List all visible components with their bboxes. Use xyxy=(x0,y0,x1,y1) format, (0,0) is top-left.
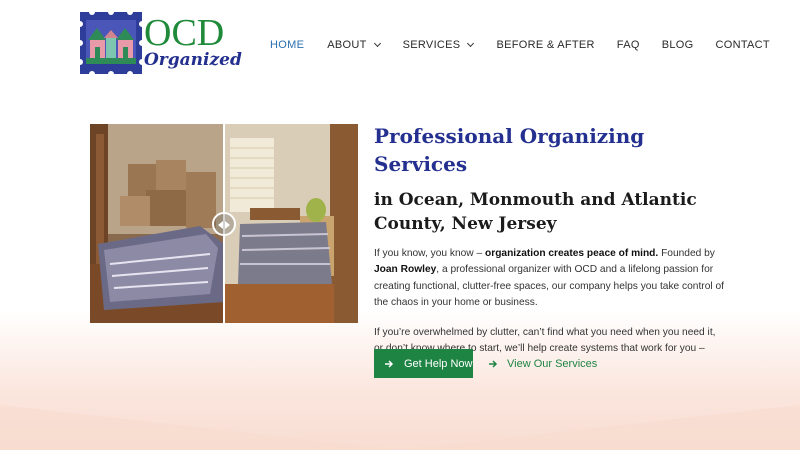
page-subtitle: in Ocean, Monmouth and Atlantic County, … xyxy=(374,190,697,234)
get-help-now-button[interactable]: Get Help Now xyxy=(374,349,473,378)
nav-item-contact[interactable]: CONTACT xyxy=(715,39,769,51)
intro-text: Founded by xyxy=(658,248,715,259)
main-navigation: HOME ABOUT SERVICES BEFORE & AFTER FAQ B… xyxy=(270,36,770,54)
arrow-right-icon xyxy=(489,359,498,368)
page-title: Professional Organizing Services xyxy=(374,124,645,176)
intro-paragraph: If you know, you know – organization cre… xyxy=(374,246,724,312)
site-logo[interactable]: OCD Organized xyxy=(78,10,242,76)
chevron-down-icon xyxy=(467,39,475,48)
nav-item-label: HOME xyxy=(270,39,305,51)
background-curve xyxy=(0,405,800,450)
cta-row: Get Help Now View Our Services xyxy=(374,349,597,378)
before-after-compare-icon[interactable] xyxy=(212,212,236,236)
nav-item-about[interactable]: ABOUT xyxy=(327,39,381,51)
nav-item-home[interactable]: HOME xyxy=(270,39,304,51)
hero-content: Professional Organizing Services in Ocea… xyxy=(374,122,724,374)
nav-item-blog[interactable]: BLOG xyxy=(662,39,694,51)
nav-item-label: FAQ xyxy=(616,39,640,51)
nav-item-services[interactable]: SERVICES xyxy=(402,39,475,51)
chevron-down-icon xyxy=(373,39,381,48)
button-label: Get Help Now xyxy=(404,357,473,370)
link-label: View Our Services xyxy=(507,357,598,370)
nav-item-label: ABOUT xyxy=(327,39,367,51)
houses-logo-icon xyxy=(78,10,144,76)
intro-text: If you know, you know – xyxy=(374,248,485,259)
nav-item-label: BLOG xyxy=(661,39,694,51)
nav-item-label: BEFORE & AFTER xyxy=(496,39,595,51)
nav-item-before-after[interactable]: BEFORE & AFTER xyxy=(496,39,594,51)
founder-name: Joan Rowley xyxy=(374,264,437,276)
nav-item-faq[interactable]: FAQ xyxy=(617,39,640,51)
nav-item-label: SERVICES xyxy=(402,39,461,51)
nav-item-label: CONTACT xyxy=(715,39,770,51)
before-after-image[interactable] xyxy=(90,124,358,323)
logo-wordmark-organized: Organized xyxy=(144,50,242,70)
site-header: OCD Organized HOME ABOUT SERVICES BEFORE… xyxy=(0,0,800,88)
logo-wordmark-ocd: OCD xyxy=(144,12,225,54)
intro-emphasis: organization creates peace of mind. xyxy=(485,248,659,259)
arrow-right-icon xyxy=(385,359,394,368)
view-our-services-link[interactable]: View Our Services xyxy=(488,349,597,378)
